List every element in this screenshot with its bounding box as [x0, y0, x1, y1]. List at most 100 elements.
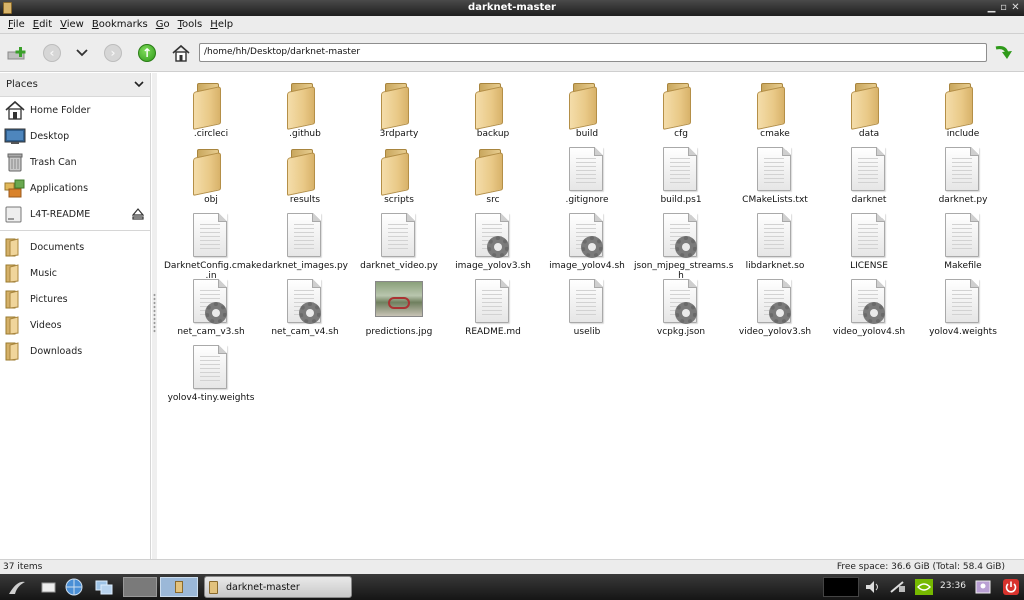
sidebar-item-l4t-readme[interactable]: L4T-README	[0, 201, 150, 227]
folder-item[interactable]: .circleci	[164, 79, 258, 139]
sidebar-item-label: Pictures	[30, 293, 68, 305]
network-button[interactable]	[887, 577, 909, 597]
file-item[interactable]: .gitignore	[540, 145, 634, 205]
folder-item[interactable]: obj	[164, 145, 258, 205]
go-arrow-icon	[995, 46, 1012, 59]
window-switcher-button[interactable]	[93, 577, 115, 597]
menu-mnemonic: G	[155, 19, 164, 30]
document-icon	[943, 211, 983, 259]
user-menu-button[interactable]	[972, 577, 994, 597]
power-button[interactable]	[1000, 577, 1022, 597]
clock[interactable]: 23:36	[940, 581, 966, 591]
sidebar-item-desktop[interactable]: Desktop	[0, 123, 150, 149]
document-icon	[285, 211, 325, 259]
file-item[interactable]: README.md	[446, 277, 540, 337]
globe-icon	[65, 578, 83, 596]
drive-icon	[4, 204, 26, 224]
file-item[interactable]: image_yolov3.sh	[446, 211, 540, 271]
home-button[interactable]	[169, 42, 193, 64]
workspace-1[interactable]	[123, 577, 157, 597]
file-name: image_yolov3.sh	[455, 261, 531, 271]
volume-button[interactable]	[862, 577, 884, 597]
file-item[interactable]: darknet_video.py	[352, 211, 446, 271]
forward-button[interactable]: ›	[101, 42, 125, 64]
sidebar-item-applications[interactable]: Applications	[0, 175, 150, 201]
file-item[interactable]: CMakeLists.txt	[728, 145, 822, 205]
file-item[interactable]: Makefile	[916, 211, 1010, 271]
sidebar-item-downloads[interactable]: Downloads	[0, 338, 150, 364]
eject-icon[interactable]	[131, 208, 145, 220]
browser-button[interactable]	[63, 577, 85, 597]
folder-item[interactable]: src	[446, 145, 540, 205]
file-item[interactable]: json_mjpeg_streams.s h	[634, 211, 733, 281]
folder-item[interactable]: backup	[446, 79, 540, 139]
workspace-2[interactable]	[160, 577, 198, 597]
file-item[interactable]: predictions.jpg	[352, 277, 446, 337]
new-tab-button[interactable]	[6, 42, 30, 64]
folder-item[interactable]: .github	[258, 79, 352, 139]
sidebar-item-documents[interactable]: Documents	[0, 234, 150, 260]
sidebar-item-music[interactable]: Music	[0, 260, 150, 286]
file-item[interactable]: darknet	[822, 145, 916, 205]
sidebar-item-home-folder[interactable]: Home Folder	[0, 97, 150, 123]
folder-item[interactable]: include	[916, 79, 1010, 139]
sidebar-item-videos[interactable]: Videos	[0, 312, 150, 338]
menu-view[interactable]: View	[56, 19, 88, 30]
file-item[interactable]: image_yolov4.sh	[540, 211, 634, 271]
menu-go[interactable]: Go	[152, 19, 174, 30]
menu-help[interactable]: Help	[206, 19, 237, 30]
file-item[interactable]: darknet.py	[916, 145, 1010, 205]
menu-bookmarks[interactable]: Bookmarks	[88, 19, 152, 30]
sidebar-item-label: Home Folder	[30, 104, 91, 116]
minimize-icon[interactable]: ▁	[987, 1, 996, 14]
folder-item[interactable]: data	[822, 79, 916, 139]
go-button[interactable]	[992, 43, 1016, 63]
folder-item[interactable]: 3rdparty	[352, 79, 446, 139]
up-button[interactable]: ↑	[135, 42, 159, 64]
menu-edit[interactable]: Edit	[29, 19, 56, 30]
folder-icon	[661, 79, 701, 130]
folder-item[interactable]: cfg	[634, 79, 728, 139]
start-menu-button[interactable]	[6, 577, 28, 597]
folder-item[interactable]: results	[258, 145, 352, 205]
sidebar-item-pictures[interactable]: Pictures	[0, 286, 150, 312]
history-dropdown-button[interactable]	[71, 42, 93, 64]
file-name: vcpkg.json	[656, 327, 706, 337]
file-item[interactable]: darknet_images.py	[258, 211, 352, 271]
file-item[interactable]: video_yolov4.sh	[822, 277, 916, 337]
close-icon[interactable]: ✕	[1011, 1, 1020, 14]
file-item[interactable]: libdarknet.so	[728, 211, 822, 271]
places-header[interactable]: Places	[0, 73, 150, 97]
home-icon	[172, 44, 190, 62]
address-bar[interactable]: /home/hh/Desktop/darknet-master	[199, 43, 987, 62]
file-item[interactable]: DarknetConfig.cmake .in	[164, 211, 262, 281]
home-icon	[4, 100, 26, 120]
file-name: darknet	[851, 195, 887, 205]
show-desktop-button[interactable]	[38, 577, 60, 597]
folder-item[interactable]: scripts	[352, 145, 446, 205]
file-item[interactable]: net_cam_v4.sh	[258, 277, 352, 337]
file-name: darknet_images.py	[261, 261, 349, 271]
folder-item[interactable]: cmake	[728, 79, 822, 139]
document-icon	[567, 277, 607, 325]
menu-tools[interactable]: Tools	[174, 19, 207, 30]
file-item[interactable]: net_cam_v3.sh	[164, 277, 258, 337]
script-file-icon	[755, 277, 795, 325]
file-item[interactable]: uselib	[540, 277, 634, 337]
sidebar-item-trash-can[interactable]: Trash Can	[0, 149, 150, 175]
maximize-icon[interactable]: ▫	[999, 1, 1008, 14]
menu-file[interactable]: File	[4, 19, 29, 30]
file-item[interactable]: yolov4.weights	[916, 277, 1010, 337]
file-item[interactable]: LICENSE	[822, 211, 916, 271]
file-item[interactable]: video_yolov3.sh	[728, 277, 822, 337]
nvidia-settings-button[interactable]	[913, 577, 935, 597]
file-item[interactable]: build.ps1	[634, 145, 728, 205]
file-item[interactable]: vcpkg.json	[634, 277, 728, 337]
file-item[interactable]: yolov4-tiny.weights	[164, 343, 258, 403]
pane-splitter[interactable]	[152, 73, 157, 559]
menu-mnemonic: B	[91, 19, 99, 30]
window-title: darknet-master	[468, 2, 556, 13]
taskbar-window-button[interactable]: darknet-master	[204, 576, 352, 598]
back-button[interactable]: ‹	[40, 42, 64, 64]
folder-item[interactable]: build	[540, 79, 634, 139]
